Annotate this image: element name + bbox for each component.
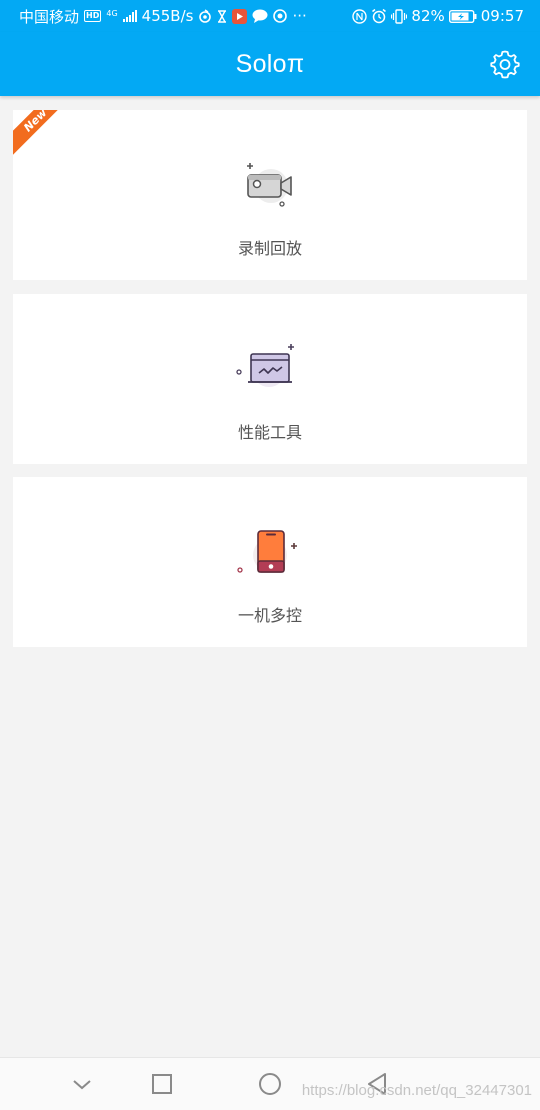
performance-chart-icon bbox=[236, 344, 294, 387]
navigation-bar: https://blog.csdn.net/qq_32447301 bbox=[0, 1057, 540, 1110]
performance-tools-card[interactable]: 性能工具 bbox=[13, 294, 527, 464]
new-badge-wrap: New bbox=[13, 110, 61, 158]
new-badge: New bbox=[13, 110, 61, 158]
browser-app-icon bbox=[273, 9, 288, 23]
square-icon bbox=[152, 1074, 172, 1094]
battery-icon bbox=[448, 9, 477, 23]
network-speed: 455B/s bbox=[141, 7, 194, 25]
record-replay-card[interactable]: New 录制回放 bbox=[13, 110, 527, 280]
circle-icon bbox=[259, 1073, 281, 1095]
nav-recent-apps-button[interactable] bbox=[148, 1070, 176, 1098]
record-replay-label: 录制回放 bbox=[237, 239, 302, 258]
app-bar: Soloπ bbox=[0, 32, 540, 96]
video-app-icon bbox=[232, 8, 248, 24]
status-bar: 中国移动 HD 4G 455B/s ··· 82% 09:57 bbox=[0, 0, 540, 32]
chevron-down-icon bbox=[73, 1080, 91, 1090]
hourglass-icon bbox=[218, 9, 227, 23]
signal-icon bbox=[122, 10, 137, 22]
clock: 09:57 bbox=[480, 7, 524, 25]
smartphone-icon bbox=[237, 530, 297, 573]
more-notifications: ··· bbox=[292, 7, 307, 25]
nav-hide-button[interactable] bbox=[68, 1070, 96, 1098]
nav-home-button[interactable] bbox=[256, 1070, 284, 1098]
performance-tools-label: 性能工具 bbox=[237, 423, 302, 442]
alarm-icon bbox=[372, 8, 387, 24]
status-left: 中国移动 HD 4G 455B/s ··· bbox=[19, 6, 307, 27]
nfc-icon bbox=[352, 8, 368, 24]
screen: 中国移动 HD 4G 455B/s ··· 82% 09:57 Soloπ Ne… bbox=[0, 0, 540, 1110]
vibrate-icon bbox=[391, 8, 408, 24]
battery-percent: 82% bbox=[411, 7, 445, 25]
chat-bubble-icon bbox=[252, 9, 268, 23]
spiral-app-icon bbox=[199, 9, 212, 23]
multi-device-card[interactable]: 一机多控 bbox=[13, 477, 527, 647]
status-right: 82% 09:57 bbox=[352, 7, 524, 25]
multi-device-label: 一机多控 bbox=[237, 606, 302, 625]
hd-icon: HD bbox=[84, 10, 102, 22]
gear-icon bbox=[490, 50, 520, 79]
watermark: https://blog.csdn.net/qq_32447301 bbox=[301, 1082, 532, 1099]
app-title: Soloπ bbox=[235, 50, 305, 78]
video-camera-icon bbox=[247, 163, 292, 207]
network-type: 4G bbox=[106, 8, 118, 18]
carrier-name: 中国移动 bbox=[19, 7, 80, 26]
settings-button[interactable] bbox=[490, 49, 520, 79]
